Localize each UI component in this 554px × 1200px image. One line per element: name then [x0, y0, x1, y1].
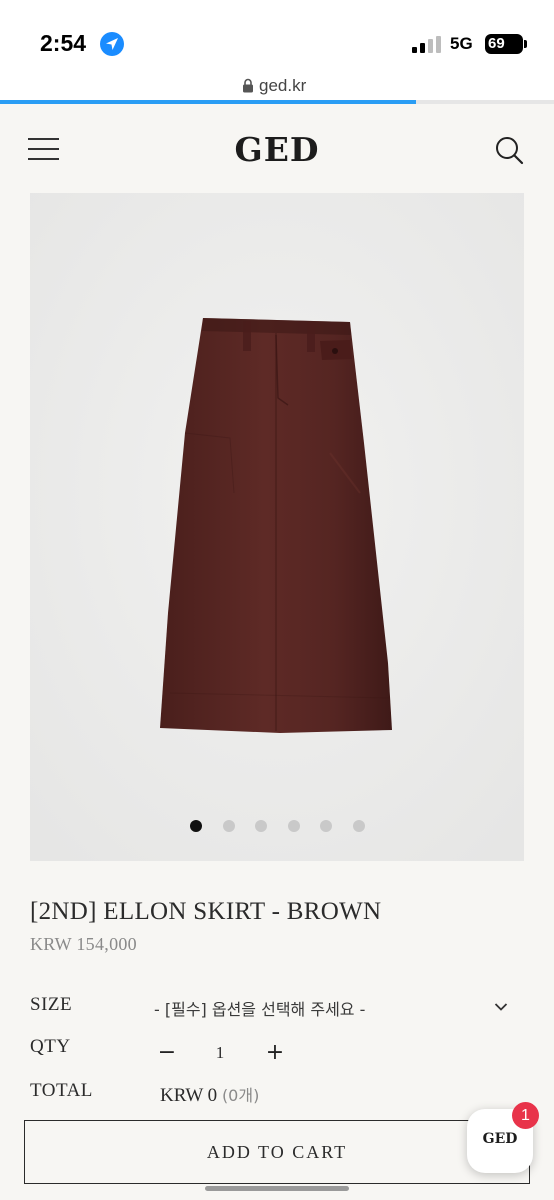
- gallery-dot[interactable]: [287, 820, 300, 832]
- qty-label: QTY: [30, 1036, 71, 1057]
- site-logo[interactable]: GED: [0, 130, 554, 169]
- gallery-dot[interactable]: [353, 820, 365, 832]
- total-count: (0개): [221, 1086, 260, 1105]
- address-bar[interactable]: ged.kr: [0, 70, 554, 102]
- qty-value[interactable]: 1: [206, 1043, 234, 1063]
- battery-level: 69: [488, 35, 505, 52]
- home-indicator: [205, 1186, 349, 1191]
- location-arrow-icon: [100, 32, 124, 56]
- size-label: SIZE: [30, 994, 73, 1015]
- qty-decrease-button[interactable]: −: [156, 1040, 178, 1066]
- gallery-pagination: [30, 820, 524, 832]
- product-title: [2ND] ELLON SKIRT - BROWN: [30, 898, 382, 925]
- total-price: KRW 0 (0개): [160, 1082, 259, 1107]
- search-icon[interactable]: [493, 134, 525, 166]
- size-select-value: - [필수] 옵션을 선택해 주세요 -: [154, 1000, 366, 1019]
- gallery-dot[interactable]: [190, 820, 202, 832]
- gallery-dot[interactable]: [222, 820, 235, 832]
- status-time: 2:54: [40, 30, 87, 56]
- add-to-cart-label: ADD TO CART: [206, 1142, 348, 1162]
- site-header: GED: [0, 104, 554, 194]
- chevron-down-icon: [494, 1003, 508, 1011]
- status-bar: 2:54 5G 69: [0, 0, 554, 70]
- size-select[interactable]: - [필수] 옵션을 선택해 주세요 -: [150, 990, 524, 1026]
- gallery-dot[interactable]: [255, 820, 268, 832]
- add-to-cart-button[interactable]: ADD TO CART: [24, 1120, 530, 1184]
- chat-notification-badge: 1: [512, 1102, 539, 1129]
- gallery-dot[interactable]: [320, 820, 333, 832]
- lock-icon: [243, 78, 253, 93]
- total-price-value: KRW 0: [160, 1085, 218, 1106]
- signal-strength-icon: [412, 36, 442, 53]
- product-image-gallery[interactable]: [30, 193, 524, 861]
- product-image: [30, 193, 524, 861]
- network-type: 5G: [450, 34, 473, 53]
- product-price: KRW 154,000: [30, 934, 137, 954]
- total-label: TOTAL: [30, 1080, 93, 1101]
- battery-tip: [524, 40, 527, 48]
- url-text[interactable]: ged.kr: [259, 76, 306, 96]
- chat-button-label: GED: [482, 1131, 518, 1147]
- battery-icon: 69: [485, 34, 523, 54]
- qty-increase-button[interactable]: +: [262, 1040, 288, 1066]
